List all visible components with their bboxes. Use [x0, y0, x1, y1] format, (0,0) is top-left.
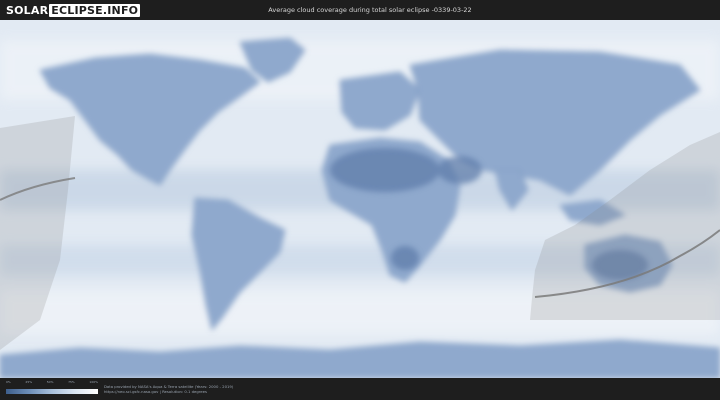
legend-tick-0: 0%	[6, 380, 11, 384]
cloud-coverage-map	[0, 20, 720, 378]
site-logo[interactable]: SOLAR ECLIPSE.INFO	[6, 3, 141, 17]
legend-tick-25: 25%	[25, 380, 33, 384]
arabia-clear-area	[438, 156, 482, 184]
sahara-clear-area	[330, 148, 440, 192]
kalahari-clear-area	[391, 246, 419, 270]
logo-text-eclipse-info: ECLIPSE.INFO	[49, 3, 141, 17]
logo-text-solar: SOLAR	[6, 3, 49, 17]
world-map-svg	[0, 20, 720, 378]
legend-color-bar	[6, 389, 98, 394]
footer-bar: 0% 25% 50% 75% 100% Data provided by NAS…	[0, 378, 720, 400]
legend-tick-50: 50%	[46, 380, 54, 384]
credits-line-2[interactable]: https://neo.sci.gsfc.nasa.gov | Resoluti…	[104, 389, 233, 394]
cloud-coverage-legend: 0% 25% 50% 75% 100%	[6, 380, 98, 394]
legend-ticks: 0% 25% 50% 75% 100%	[6, 380, 98, 384]
header-bar: SOLAR ECLIPSE.INFO Average cloud coverag…	[0, 0, 720, 20]
map-title: Average cloud coverage during total sola…	[268, 6, 472, 14]
legend-tick-75: 75%	[68, 380, 75, 384]
data-credits: Data provided by NASA's Aqua & Terra sat…	[104, 384, 233, 394]
legend-tick-100: 100%	[89, 380, 98, 384]
